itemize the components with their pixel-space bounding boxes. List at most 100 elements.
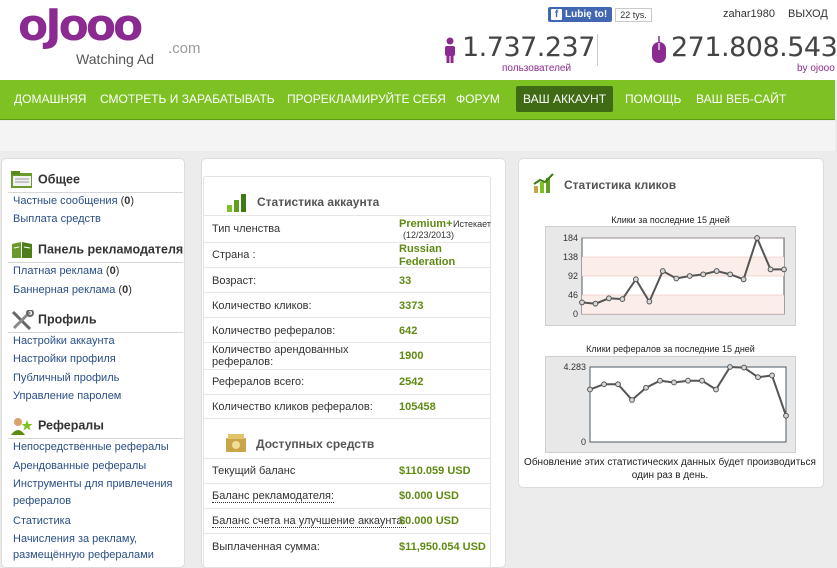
nav-account[interactable]: ВАШ АККАУНТ — [516, 86, 614, 112]
sidebar-heading-advertiser: Панель рекламодателя — [10, 240, 183, 260]
nav-help[interactable]: ПОМОЩЬ — [625, 92, 681, 106]
row-value: 2542 — [399, 376, 424, 388]
sidebar-item-referral-earnings-line1: Начисления за рекламу, — [13, 533, 138, 545]
logo[interactable]: oJooo .com Watching Ad — [18, 0, 208, 68]
row-label: Количество кликов: — [212, 300, 312, 312]
nav-home[interactable]: ДОМАШНЯЯ — [14, 92, 86, 106]
chart-title: Клики рефералов за последние 15 дней — [586, 344, 755, 354]
upgrade-balance-value: $0.000 USD — [399, 515, 459, 527]
sidebar-divider — [8, 192, 183, 193]
username-link[interactable]: zahar1980 — [723, 8, 775, 20]
row-value: 33 — [399, 275, 412, 287]
clicks-label: by ojooo — [797, 63, 835, 74]
update-note: Обновление этих статистических данных бу… — [524, 457, 816, 481]
sidebar-heading-profile: Профиль — [10, 310, 97, 330]
table-row: Страна : Russian Federation — [203, 242, 490, 268]
data-point — [713, 268, 720, 274]
table-row: Баланс счета на улучшение аккаунта: $0.0… — [203, 508, 490, 533]
row-value: 105458 — [399, 401, 436, 413]
chart-trend-icon — [533, 173, 554, 193]
sidebar-item-banner-ads-close: ) — [128, 284, 132, 296]
balance-value: $110.059 USD — [399, 465, 471, 477]
sidebar-divider — [8, 262, 183, 263]
advertiser-balance-link[interactable]: Баланс рекламодателя: — [212, 490, 335, 503]
sidebar-item-referral-tools[interactable]: Инструменты для привлечения рефералов — [13, 478, 173, 507]
users-icon — [11, 418, 33, 435]
data-point — [671, 379, 677, 386]
sidebar-item-account-settings[interactable]: Настройки аккаунта — [13, 335, 115, 347]
sidebar-item-paid-ads[interactable]: Платная реклама (0) — [13, 265, 119, 277]
sidebar-item-banner-ads[interactable]: Баннерная реклама (0) — [13, 284, 132, 296]
y-tick-label: 46 — [568, 290, 578, 300]
sidebar-item-referral-earnings-line2: размещённую рефералами — [13, 549, 154, 561]
row-label: Страна : — [212, 249, 256, 261]
folder-icon — [11, 171, 32, 188]
facebook-like-button[interactable]: f Lubię to! — [548, 7, 613, 22]
referral-clicks-chart: 4.283 0 — [563, 362, 789, 447]
data-point — [657, 377, 663, 384]
sidebar-item-rented-referrals[interactable]: Арендованные рефералы — [13, 460, 146, 472]
table-row: Количество арендованных рефералов: 1900 — [203, 342, 490, 369]
money-icon — [226, 434, 246, 452]
data-point — [673, 275, 680, 282]
sidebar-heading-referrals-label: Рефералы — [38, 418, 104, 433]
sidebar-item-referral-earnings[interactable]: Начисления за рекламу, размещённую рефер… — [13, 533, 154, 561]
sidebar-divider — [8, 438, 183, 439]
table-row: Текущий баланс $110.059 USD — [203, 458, 490, 483]
data-point — [615, 381, 621, 388]
sidebar-item-paid-ads-close: ) — [115, 265, 120, 277]
upgrade-balance-link[interactable]: Баланс счета на улучшение аккаунта: — [212, 515, 406, 528]
users-label: пользователей — [502, 63, 572, 74]
data-point — [619, 296, 626, 303]
clicks-count: 271.808.543 — [671, 32, 837, 63]
paid-out-label: Выплаченная сумма: — [212, 541, 320, 553]
data-point — [601, 381, 607, 388]
sidebar-item-statistics[interactable]: Статистика — [13, 515, 71, 527]
sidebar-item-direct-referrals[interactable]: Непосредственные рефералы — [13, 441, 169, 453]
logout-link[interactable]: ВЫХОД — [788, 8, 828, 20]
facebook-like-count: 22 tys. — [615, 7, 652, 22]
sidebar-item-profile-settings[interactable]: Настройки профиля — [13, 353, 116, 365]
table-row: Тип членства Premium+ Истекает (12/23/20… — [203, 215, 491, 242]
sidebar-item-referral-tools-line2: рефералов — [13, 495, 72, 507]
row-label: Тип членства — [212, 223, 281, 235]
nav-forum[interactable]: ФОРУМ — [456, 92, 500, 106]
data-point — [727, 364, 733, 370]
data-point — [685, 377, 691, 384]
tools-icon — [11, 310, 34, 330]
facebook-icon: f — [551, 9, 562, 20]
sidebar-item-messages[interactable]: Частные сообщения (0) — [13, 195, 134, 207]
nav-watch-earn[interactable]: СМОТРЕТЬ И ЗАРАБАТЫВАТЬ — [100, 92, 275, 106]
sidebar-item-payout[interactable]: Выплата средств — [13, 213, 101, 225]
data-point — [700, 271, 707, 278]
table-row: Баланс рекламодателя: $0.000 USD — [203, 483, 490, 508]
data-point — [579, 299, 585, 306]
data-point — [643, 384, 649, 391]
data-point — [713, 386, 719, 393]
sidebar-item-public-profile[interactable]: Публичный профиль — [13, 372, 119, 384]
nav-advertise[interactable]: ПРОРЕКЛАМИРУЙТЕ СЕБЯ — [287, 92, 446, 106]
click-stats-title: Статистика кликов — [564, 178, 677, 192]
sidebar-item-referral-tools-line1: Инструменты для привлечения — [13, 478, 173, 490]
sidebar-heading-profile-label: Профиль — [38, 312, 97, 327]
row-label: Количество рефералов: — [212, 325, 336, 337]
y-tick-label: 4.283 — [563, 362, 586, 372]
row-value: 1900 — [399, 350, 424, 362]
main-nav: ДОМАШНЯЯ СМОТРЕТЬ И ЗАРАБАТЫВАТЬ ПРОРЕКЛ… — [0, 80, 835, 120]
header: oJooo .com Watching Ad f Lubię to! 22 ty… — [0, 0, 837, 80]
chart-title: Клики за последние 15 дней — [611, 215, 730, 225]
row-label-line1: Количество арендованных — [212, 344, 349, 356]
data-point — [686, 273, 693, 279]
clicks-stat: 271.808.543 by ojooo — [650, 32, 837, 74]
sidebar-item-password[interactable]: Управление паролем — [13, 390, 121, 402]
table-row: Количество кликов: 3373 — [203, 292, 490, 317]
table-row: Выплаченная сумма: $11,950.054 USD — [203, 533, 490, 561]
table-row: Возраст: 33 — [203, 267, 490, 292]
users-count: 1.737.237 — [462, 32, 595, 63]
nav-website[interactable]: ВАШ ВЕБ-САЙТ — [696, 92, 786, 106]
data-point — [783, 412, 789, 419]
account-stats-title: Статистика аккаунта — [257, 195, 380, 209]
table-row: Количество рефералов: 642 — [203, 317, 490, 342]
sidebar-item-paid-ads-open: ( — [102, 265, 110, 277]
sidebar-heading-general-label: Общее — [38, 172, 80, 187]
